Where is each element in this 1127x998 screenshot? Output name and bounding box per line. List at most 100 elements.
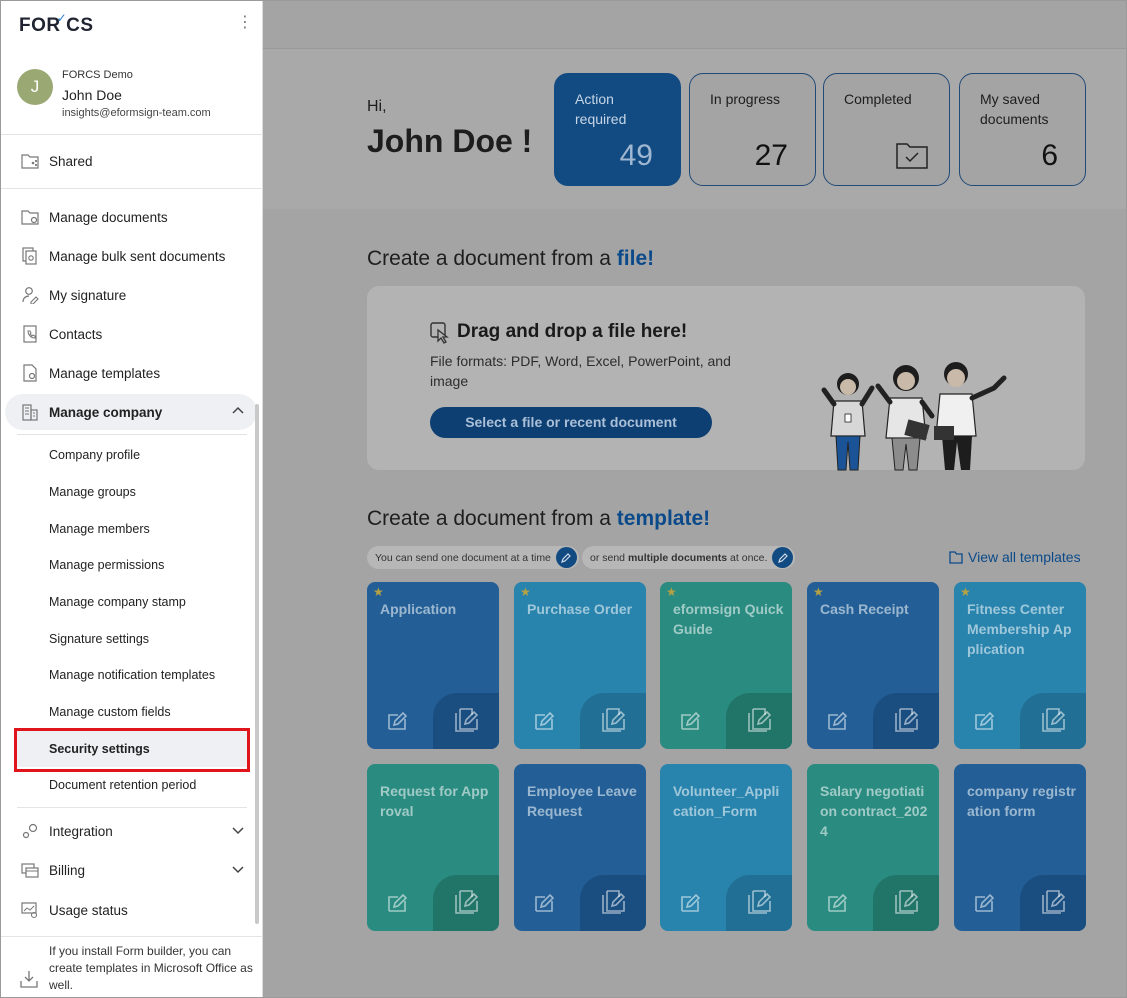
multi-send-pill[interactable]: or send multiple documents at once. bbox=[582, 546, 796, 569]
template-card[interactable]: Salary negotiation contract_2024 bbox=[807, 764, 939, 931]
folder-check-icon bbox=[896, 143, 928, 169]
single-send-edit-icon[interactable] bbox=[972, 891, 996, 915]
stat-my-saved-documents[interactable]: My saved documents 6 bbox=[959, 73, 1086, 186]
template-card[interactable]: company registration form bbox=[954, 764, 1086, 931]
sidebar-item-label: Manage company bbox=[49, 404, 163, 420]
building-icon bbox=[19, 403, 41, 421]
sidebar-item-manage-company[interactable]: Manage company bbox=[5, 394, 257, 430]
top-bar bbox=[263, 1, 1126, 49]
sidebar-item-shared[interactable]: Shared bbox=[5, 143, 257, 179]
favorite-star-icon[interactable]: ★ bbox=[960, 585, 971, 599]
template-card[interactable]: Employee Leave Request bbox=[514, 764, 646, 931]
single-send-edit-icon[interactable] bbox=[825, 891, 849, 915]
sidebar-item-usage-status[interactable]: Usage status bbox=[5, 892, 257, 928]
sidebar-subitem-retention-period[interactable]: Document retention period bbox=[15, 767, 247, 803]
select-file-button[interactable]: Select a file or recent document bbox=[430, 407, 712, 438]
drag-drop-icon bbox=[430, 322, 449, 344]
sidebar-item-billing[interactable]: Billing bbox=[5, 852, 257, 888]
sidebar-item-label: Manage templates bbox=[49, 365, 161, 381]
sidebar-subitem-notification-templates[interactable]: Manage notification templates bbox=[15, 657, 247, 693]
template-name: Salary negotiation contract_2024 bbox=[820, 783, 928, 839]
sidebar-item-label: Manage bulk sent documents bbox=[49, 248, 226, 264]
sidebar-item-label: My signature bbox=[49, 287, 127, 303]
single-send-edit-icon[interactable] bbox=[678, 891, 702, 915]
user-email: insights@eformsign-team.com bbox=[62, 107, 211, 119]
favorite-star-icon[interactable]: ★ bbox=[813, 585, 824, 599]
template-card[interactable]: ★ eformsign Quick Guide bbox=[660, 582, 792, 749]
template-card[interactable]: ★ Fitness Center Membership Application bbox=[954, 582, 1086, 749]
single-send-edit-icon[interactable] bbox=[532, 891, 556, 915]
greeting: Hi, bbox=[367, 98, 387, 115]
pill-bold: multiple documents bbox=[627, 551, 728, 564]
drop-title: Drag and drop a file here! bbox=[457, 321, 688, 342]
sidebar-item-my-signature[interactable]: My signature bbox=[5, 277, 257, 313]
bulk-documents-icon bbox=[19, 247, 41, 265]
single-send-edit-icon[interactable] bbox=[385, 709, 409, 733]
multi-send-edit-icon[interactable] bbox=[873, 693, 939, 749]
favorite-star-icon[interactable]: ★ bbox=[666, 585, 677, 599]
stat-in-progress[interactable]: In progress 27 bbox=[689, 73, 816, 186]
multi-send-edit-icon[interactable] bbox=[726, 693, 792, 749]
favorite-star-icon[interactable]: ★ bbox=[520, 585, 531, 599]
title-prefix: Create a document from a bbox=[367, 247, 617, 270]
pill-suffix: at once. bbox=[727, 551, 768, 564]
sidebar-item-manage-bulk-sent[interactable]: Manage bulk sent documents bbox=[5, 238, 257, 274]
single-send-pill[interactable]: You can send one document at a time bbox=[367, 546, 579, 569]
shared-folder-icon bbox=[19, 152, 41, 170]
sidebar-item-integration[interactable]: Integration bbox=[5, 813, 257, 849]
people-illustration bbox=[821, 362, 1007, 471]
multi-send-edit-icon[interactable] bbox=[873, 875, 939, 931]
multi-send-edit-icon[interactable] bbox=[580, 875, 646, 931]
contacts-book-icon bbox=[19, 325, 41, 343]
sidebar-subitem-company-profile[interactable]: Company profile bbox=[15, 437, 247, 473]
single-send-edit-icon[interactable] bbox=[385, 891, 409, 915]
multi-send-edit-icon[interactable] bbox=[1020, 875, 1086, 931]
template-name: company registration form bbox=[967, 783, 1076, 819]
sidebar-item-label: Manage documents bbox=[49, 209, 168, 225]
template-card[interactable]: Request for Approval bbox=[367, 764, 499, 931]
download-icon[interactable] bbox=[19, 969, 39, 989]
template-name: Purchase Order bbox=[527, 601, 633, 617]
template-card[interactable]: Volunteer_Application_Form bbox=[660, 764, 792, 931]
stat-value: 49 bbox=[619, 139, 653, 172]
title-emphasis: template! bbox=[616, 507, 711, 530]
selection-highlight bbox=[14, 728, 250, 772]
chevron-down-icon[interactable] bbox=[231, 862, 245, 876]
multi-send-edit-icon[interactable] bbox=[1020, 693, 1086, 749]
sidebar-subitem-manage-groups[interactable]: Manage groups bbox=[15, 474, 247, 510]
template-card[interactable]: ★ Purchase Order bbox=[514, 582, 646, 749]
chevron-down-icon[interactable] bbox=[231, 823, 245, 837]
multi-send-edit-icon[interactable] bbox=[433, 875, 499, 931]
template-card[interactable]: ★ Application bbox=[367, 582, 499, 749]
single-send-edit-icon[interactable] bbox=[678, 709, 702, 733]
multi-send-edit-icon[interactable] bbox=[726, 875, 792, 931]
kebab-menu-icon[interactable]: ⋮ bbox=[237, 15, 253, 31]
template-section-title: Create a document from a template! bbox=[367, 507, 710, 531]
stat-action-required[interactable]: Action required 49 bbox=[554, 73, 681, 186]
sidebar-scrollbar[interactable] bbox=[255, 404, 259, 924]
chevron-up-icon[interactable] bbox=[231, 404, 245, 418]
sidebar-item-contacts[interactable]: Contacts bbox=[5, 316, 257, 352]
sidebar-subitem-manage-company-stamp[interactable]: Manage company stamp bbox=[15, 584, 247, 620]
folder-gear-icon bbox=[19, 208, 41, 226]
single-send-edit-icon[interactable] bbox=[972, 709, 996, 733]
sidebar-subitem-signature-settings[interactable]: Signature settings bbox=[15, 621, 247, 657]
multi-send-edit-icon[interactable] bbox=[433, 693, 499, 749]
sidebar-item-manage-templates[interactable]: Manage templates bbox=[5, 355, 257, 391]
template-card[interactable]: ★ Cash Receipt bbox=[807, 582, 939, 749]
sidebar-subitem-manage-permissions[interactable]: Manage permissions bbox=[15, 547, 247, 583]
sidebar-subitem-custom-fields[interactable]: Manage custom fields bbox=[15, 694, 247, 730]
view-all-templates-link[interactable]: View all templates bbox=[949, 549, 1081, 565]
form-builder-notice[interactable]: If you install Form builder, you can cre… bbox=[49, 943, 255, 994]
stat-completed[interactable]: Completed bbox=[823, 73, 950, 186]
multi-send-edit-icon[interactable] bbox=[580, 693, 646, 749]
favorite-star-icon[interactable]: ★ bbox=[373, 585, 384, 599]
sidebar-item-manage-documents[interactable]: Manage documents bbox=[5, 199, 257, 235]
user-name: John Doe bbox=[62, 87, 122, 103]
stat-label: In progress bbox=[710, 91, 781, 107]
sidebar-subitem-manage-members[interactable]: Manage members bbox=[15, 511, 247, 547]
avatar[interactable]: J bbox=[17, 69, 53, 105]
single-send-edit-icon[interactable] bbox=[825, 709, 849, 733]
single-send-edit-icon[interactable] bbox=[532, 709, 556, 733]
pill-label: You can send one document at a time bbox=[375, 551, 551, 564]
